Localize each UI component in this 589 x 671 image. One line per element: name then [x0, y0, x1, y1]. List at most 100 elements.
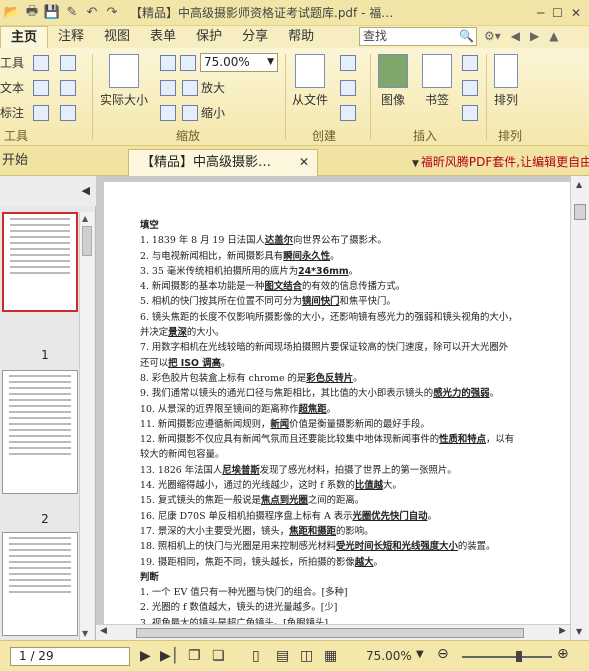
- highlight-icon[interactable]: [60, 79, 77, 96]
- line-text: 6. 镜头焦距的长度不仅影响所摄影像的大小，还影响镜有感光力的强弱和镜头视角的大…: [140, 311, 518, 323]
- scroll-thumb[interactable]: [82, 226, 92, 256]
- pen-icon[interactable]: [33, 104, 50, 121]
- continuous-view-icon[interactable]: ▤: [276, 648, 289, 664]
- tab-home[interactable]: 主页: [0, 26, 49, 48]
- snapshot-icon[interactable]: [60, 104, 77, 121]
- tool-hand[interactable]: 工具: [0, 54, 77, 71]
- zoom-magnifier-icon[interactable]: [180, 55, 196, 71]
- image-icon: [378, 54, 408, 88]
- tab-comment[interactable]: 注释: [48, 26, 94, 48]
- fit-page-icon[interactable]: [160, 55, 176, 71]
- document-line: 填空: [140, 218, 560, 233]
- save-icon[interactable]: 💾: [44, 5, 60, 21]
- collapse-panel-icon[interactable]: ◀: [82, 184, 90, 197]
- line-text: 和焦平快门。: [339, 296, 396, 308]
- pdf-page: 填空 1. 1839 年 8 月 19 日法国人达盖尔向世界公布了摄影术。 2. 与…: [104, 182, 570, 636]
- thumbnail-page[interactable]: [2, 212, 78, 312]
- blank-page-icon[interactable]: [340, 55, 356, 71]
- scanner-icon[interactable]: [340, 80, 356, 96]
- document-line: 14. 光圈缩得越小，通过的光线越少，这时 f 系数的比值越大。: [140, 478, 560, 493]
- search-input[interactable]: 查找 🔍: [359, 27, 477, 46]
- settings-gear-icon[interactable]: ⚙▾: [484, 29, 501, 43]
- tab-view[interactable]: 视图: [94, 26, 140, 48]
- quick-access-toolbar: 📂 🖶 💾 ✎ ↶ ↷: [0, 4, 120, 21]
- arrange-button[interactable]: 排列: [494, 54, 518, 108]
- scroll-up-icon[interactable]: ▲: [82, 214, 88, 223]
- tool-annotate[interactable]: 标注: [0, 104, 77, 121]
- answer-text: 比值越: [354, 480, 383, 492]
- zoom-in-button[interactable]: 放大: [182, 79, 225, 96]
- open-file-icon[interactable]: 📂: [4, 5, 20, 21]
- globe-link-icon[interactable]: [462, 55, 478, 71]
- camera-icon[interactable]: [60, 54, 77, 71]
- zoom-select[interactable]: 75.00% ▼: [200, 53, 278, 72]
- facing-view-icon[interactable]: ◫: [300, 648, 313, 664]
- scroll-up-icon[interactable]: ▲: [576, 180, 582, 189]
- video-icon[interactable]: [462, 105, 478, 121]
- redo-icon[interactable]: ↷: [104, 5, 120, 21]
- answer-text: 把 ISO 调高: [168, 357, 222, 369]
- answer-text: 瞬间永久性: [283, 250, 331, 262]
- horizontal-scrollbar[interactable]: ◀ ▶: [96, 624, 570, 640]
- attachment-icon[interactable]: [462, 80, 478, 96]
- bookmark-button[interactable]: 书签: [422, 54, 452, 108]
- scroll-thumb[interactable]: [574, 204, 586, 220]
- page-number-input[interactable]: 1 / 29: [10, 647, 130, 666]
- last-page-icon[interactable]: ▶│: [160, 648, 179, 664]
- close-button[interactable]: ✕: [571, 6, 581, 20]
- paste-page-icon[interactable]: ❏: [212, 648, 225, 664]
- zoom-slider-knob[interactable]: [515, 651, 522, 662]
- tab-start[interactable]: 开始: [0, 146, 120, 176]
- zoom-in-icon[interactable]: ⊕: [557, 646, 569, 662]
- forward-arrow-icon[interactable]: ▶: [530, 29, 539, 43]
- zoom-slider[interactable]: [462, 651, 552, 662]
- copy-page-icon[interactable]: ❐: [188, 648, 201, 664]
- actual-size-button[interactable]: 实际大小: [100, 54, 148, 108]
- thumbnail-scrollbar[interactable]: ▲ ▼: [79, 212, 94, 640]
- fit-width-icon[interactable]: [160, 80, 176, 96]
- next-page-icon[interactable]: ▶: [140, 648, 151, 664]
- promo-link[interactable]: ▼ 福昕风腾PDF套件,让编辑更自由: [412, 153, 589, 170]
- line-text: 。: [221, 357, 231, 369]
- from-file-button[interactable]: 从文件: [292, 54, 328, 108]
- tab-protect[interactable]: 保护: [186, 26, 232, 48]
- clipboard-icon[interactable]: [340, 105, 356, 121]
- continuous-facing-view-icon[interactable]: ▦: [324, 648, 337, 664]
- line-text: 之间的距离。: [307, 495, 365, 507]
- thumbnail-page[interactable]: [2, 370, 78, 494]
- scroll-down-icon[interactable]: ▼: [82, 629, 88, 638]
- tool-text[interactable]: 文本: [0, 79, 77, 96]
- vertical-scrollbar[interactable]: ▲ ▼: [570, 176, 589, 640]
- tab-help[interactable]: 帮助: [278, 26, 324, 48]
- image-button[interactable]: 图像: [378, 54, 408, 108]
- maximize-button[interactable]: ☐: [552, 6, 563, 20]
- print-icon[interactable]: 🖶: [24, 4, 40, 21]
- document-line: 4. 新闻摄影的基本功能是一种图文结合的有效的信息传播方式。: [140, 279, 560, 294]
- scroll-down-icon[interactable]: ▼: [576, 627, 582, 636]
- close-icon[interactable]: ✕: [299, 150, 309, 175]
- zoom-out-icon[interactable]: ⊖: [437, 646, 449, 662]
- back-arrow-icon[interactable]: ◀: [511, 29, 520, 43]
- answer-text: 彩色反转片: [306, 372, 354, 384]
- search-value: 查找: [363, 29, 388, 43]
- minimize-button[interactable]: ─: [537, 6, 544, 20]
- scroll-right-icon[interactable]: ▶: [559, 626, 566, 636]
- fit-visible-icon[interactable]: [160, 105, 176, 121]
- scroll-thumb[interactable]: [136, 628, 524, 638]
- tab-form[interactable]: 表单: [140, 26, 186, 48]
- zoom-dropdown-icon[interactable]: ▼: [416, 649, 424, 660]
- document-line: 7. 用数字相机在光线较暗的新闻现场拍摄照片要保证较高的快门速度，除可以开大光圈…: [140, 340, 560, 355]
- edit-icon[interactable]: ✎: [64, 5, 80, 21]
- search-icon[interactable]: 🔍: [459, 28, 474, 45]
- line-text: 。: [427, 510, 437, 522]
- zoom-out-button[interactable]: 缩小: [182, 104, 225, 121]
- single-page-view-icon[interactable]: ▯: [252, 648, 260, 664]
- thumbnail-page[interactable]: [2, 532, 78, 636]
- select-icon[interactable]: [33, 79, 50, 96]
- undo-icon[interactable]: ↶: [84, 5, 100, 21]
- text-tool-icon[interactable]: [33, 54, 50, 71]
- tab-document[interactable]: 【精品】中高级摄影… ✕: [128, 149, 318, 176]
- collapse-ribbon-icon[interactable]: ▲: [549, 29, 558, 43]
- tab-share[interactable]: 分享: [232, 26, 278, 48]
- scroll-left-icon[interactable]: ◀: [100, 626, 107, 636]
